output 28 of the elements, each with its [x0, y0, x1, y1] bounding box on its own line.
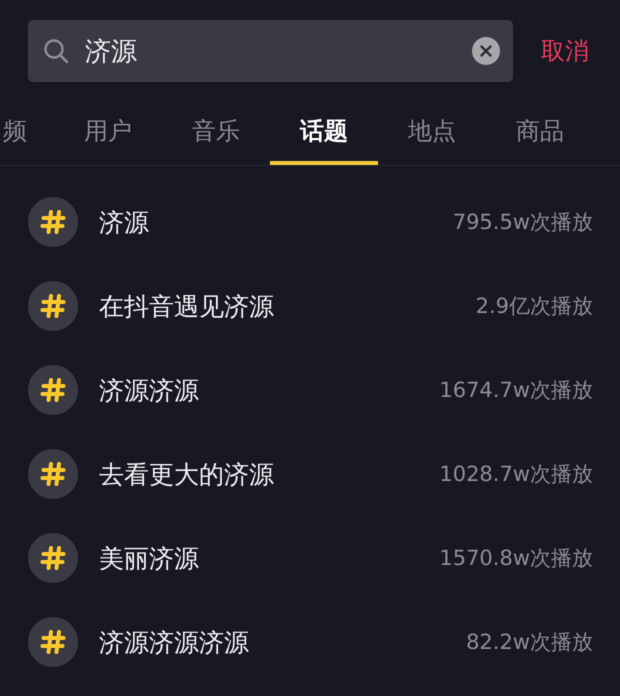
tab[interactable]: 音乐 [162, 101, 270, 165]
play-count: 1028.7w次播放 [439, 461, 593, 488]
topic-title[interactable]: 在抖音遇见济源 [99, 290, 274, 322]
play-count: 1570.8w次播放 [439, 545, 593, 572]
search-field[interactable]: 济源 [28, 20, 513, 82]
tab[interactable]: 商品 [486, 101, 594, 165]
topic-title[interactable]: 美丽济源 [99, 542, 199, 574]
topic-title[interactable]: 去看更大的济源 [99, 458, 274, 490]
hashtag-icon [28, 365, 78, 415]
tab[interactable]: 地点 [378, 101, 486, 165]
topic-title[interactable]: 济源济源济源 [99, 626, 249, 658]
cancel-button[interactable]: 取消 [541, 36, 589, 66]
hashtag-icon [28, 617, 78, 667]
search-icon [43, 38, 69, 64]
hashtag-icon [28, 197, 78, 247]
topic-title[interactable]: 济源济源 [99, 374, 199, 406]
close-icon[interactable] [472, 37, 500, 65]
hashtag-icon [28, 533, 78, 583]
play-count: 82.2w次播放 [466, 629, 593, 656]
hashtag-icon [28, 281, 78, 331]
tab[interactable]: 话题 [270, 101, 378, 165]
play-count: 2.9亿次播放 [476, 293, 593, 320]
tab[interactable]: 用户 [54, 101, 162, 165]
play-count: 1674.7w次播放 [439, 377, 593, 404]
topic-title[interactable]: 济源 [99, 206, 149, 238]
play-count: 795.5w次播放 [452, 209, 593, 236]
hashtag-icon [28, 449, 78, 499]
tab[interactable]: 频 [0, 101, 54, 165]
